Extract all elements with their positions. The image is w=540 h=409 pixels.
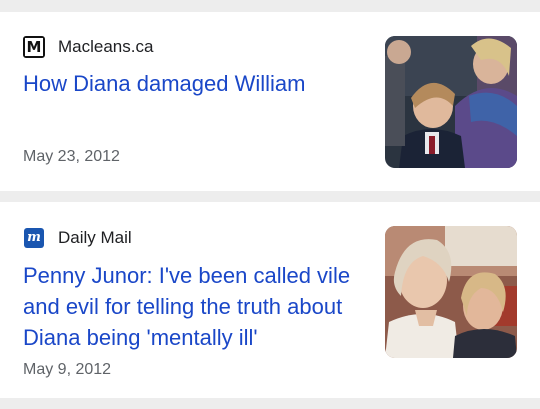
news-card[interactable]: M Macleans.ca How Diana damaged William … bbox=[0, 12, 540, 191]
thumbnail-photo-image bbox=[385, 36, 517, 168]
source-name: Daily Mail bbox=[58, 228, 132, 247]
article-headline[interactable]: How Diana damaged William bbox=[23, 68, 368, 99]
dailymail-logo-icon: m bbox=[24, 228, 44, 248]
dailymail-logo-letter: m bbox=[27, 230, 41, 245]
thumbnail-photo-image bbox=[385, 226, 517, 358]
article-date: May 9, 2012 bbox=[23, 361, 112, 378]
article-date: May 23, 2012 bbox=[23, 148, 120, 165]
macleans-logo-icon: M bbox=[23, 36, 45, 58]
news-card[interactable]: m Daily Mail Penny Junor: I've been call… bbox=[0, 202, 540, 398]
source-name: Macleans.ca bbox=[58, 37, 154, 56]
news-source[interactable]: m Daily Mail bbox=[23, 227, 132, 249]
news-source[interactable]: M Macleans.ca bbox=[23, 36, 153, 58]
article-headline[interactable]: Penny Junor: I've been called vile and e… bbox=[23, 260, 368, 353]
article-thumbnail[interactable] bbox=[385, 36, 517, 168]
macleans-logo-letter: M bbox=[25, 38, 43, 56]
news-feed: M Macleans.ca How Diana damaged William … bbox=[0, 0, 540, 409]
article-thumbnail[interactable] bbox=[385, 226, 517, 358]
